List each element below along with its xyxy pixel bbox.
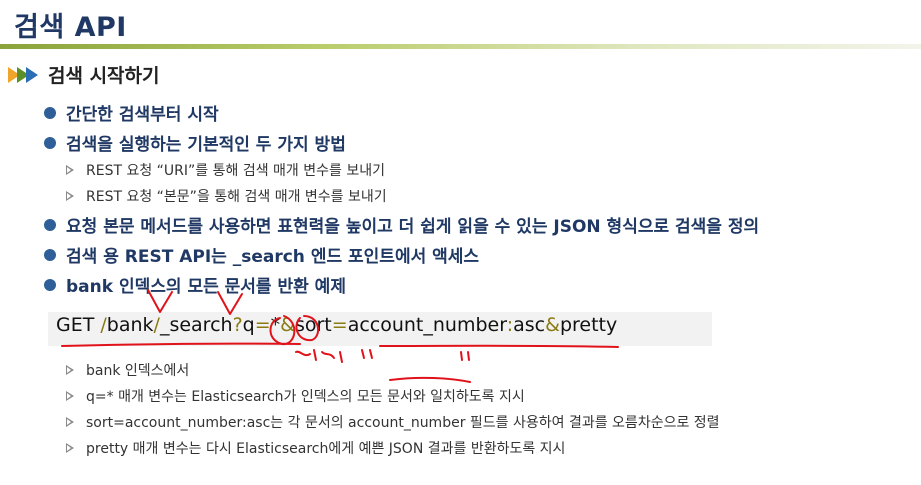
explanation-item: bank 인덱스에서: [66, 360, 189, 380]
code-endpoint: _search: [159, 314, 233, 336]
ink-quote-mark-2: [460, 351, 470, 361]
title-underline: [0, 44, 921, 49]
explanation-text: pretty 매개 변수는 다시 Elasticsearch에게 예쁜 JSON…: [86, 441, 566, 457]
arrow-bullet-icon: [66, 443, 74, 453]
explanation-item: sort=account_number:asc는 각 문서의 account_n…: [66, 412, 720, 432]
code-value: account_number: [347, 314, 507, 336]
bullet-item: bank 인덱스의 모든 문서를 반환 예제: [44, 272, 346, 297]
bullet-dot-icon: [44, 136, 56, 149]
code-value: *: [270, 314, 281, 336]
arrow-bullet-icon: [66, 365, 74, 375]
code-separator: =: [331, 314, 348, 336]
explanation-text: q=* 매개 변수는 Elasticsearch가 인덱스의 모든 문서와 일치…: [86, 389, 525, 405]
bullet-dot-icon: [44, 106, 56, 119]
chevron-arrows-icon: [8, 65, 40, 85]
arrow-bullet-icon: [66, 391, 74, 401]
bullet-item: 간단한 검색부터 시작: [44, 100, 219, 125]
bullet-text: bank 인덱스의 모든 문서를 반환 예제: [66, 277, 346, 297]
slide-title: 검색 API: [14, 12, 127, 43]
code-separator: ?: [232, 314, 243, 336]
bullet-item: 요청 본문 메서드를 사용하면 표현력을 높이고 더 쉽게 읽을 수 있는 JS…: [44, 212, 759, 237]
bullet-dot-icon: [44, 248, 56, 261]
bullet-item: 검색을 실행하는 기본적인 두 가지 방법: [44, 130, 346, 155]
ink-underline-field: [389, 376, 471, 383]
bullet-text: 간단한 검색부터 시작: [66, 105, 219, 125]
sub-bullet-item: REST 요청 “본문”을 통해 검색 매개 변수를 보내기: [66, 186, 387, 206]
bullet-text: 검색 용 REST API는 _search 엔드 포인트에서 액세스: [66, 247, 480, 267]
slide-header: 검색 API: [0, 0, 921, 49]
section-label: 검색 시작하기: [48, 65, 160, 87]
bullet-dot-icon: [44, 218, 56, 231]
section-heading: 검색 시작하기: [8, 61, 160, 88]
bullet-text: 요청 본문 메서드를 사용하면 표현력을 높이고 더 쉽게 읽을 수 있는 JS…: [66, 217, 760, 237]
sub-bullet-text: REST 요청 “본문”을 통해 검색 매개 변수를 보내기: [86, 189, 387, 205]
explanation-text: bank 인덱스에서: [86, 363, 190, 379]
ink-scribble-label: [295, 349, 343, 363]
code-separator: &: [280, 314, 295, 336]
ink-quote-mark: [361, 349, 373, 359]
arrow-bullet-icon: [66, 165, 74, 175]
explanation-item: pretty 매개 변수는 다시 Elasticsearch에게 예쁜 JSON…: [66, 438, 565, 458]
code-param: pretty: [559, 314, 618, 336]
arrow-bullet-icon: [66, 417, 74, 427]
bullet-item: 검색 용 REST API는 _search 엔드 포인트에서 액세스: [44, 242, 479, 267]
explanation-text: sort=account_number:asc는 각 문서의 account_n…: [86, 415, 720, 431]
bullet-text: 검색을 실행하는 기본적인 두 가지 방법: [66, 135, 346, 155]
code-example: GET /bank/_search?q=*&sort=account_numbe…: [56, 314, 617, 336]
http-method: GET: [56, 314, 101, 336]
code-index: bank: [106, 314, 154, 336]
arrow-bullet-icon: [66, 191, 74, 201]
code-param: sort: [294, 314, 332, 336]
code-value: asc: [513, 314, 546, 336]
code-separator: =: [254, 314, 271, 336]
bullet-dot-icon: [44, 278, 56, 291]
explanation-item: q=* 매개 변수는 Elasticsearch가 인덱스의 모든 문서와 일치…: [66, 386, 525, 406]
sub-bullet-item: REST 요청 “URI”를 통해 검색 매개 변수를 보내기: [66, 160, 385, 180]
code-param: q: [242, 314, 255, 336]
sub-bullet-text: REST 요청 “URI”를 통해 검색 매개 변수를 보내기: [86, 163, 385, 179]
code-separator: &: [545, 314, 560, 336]
